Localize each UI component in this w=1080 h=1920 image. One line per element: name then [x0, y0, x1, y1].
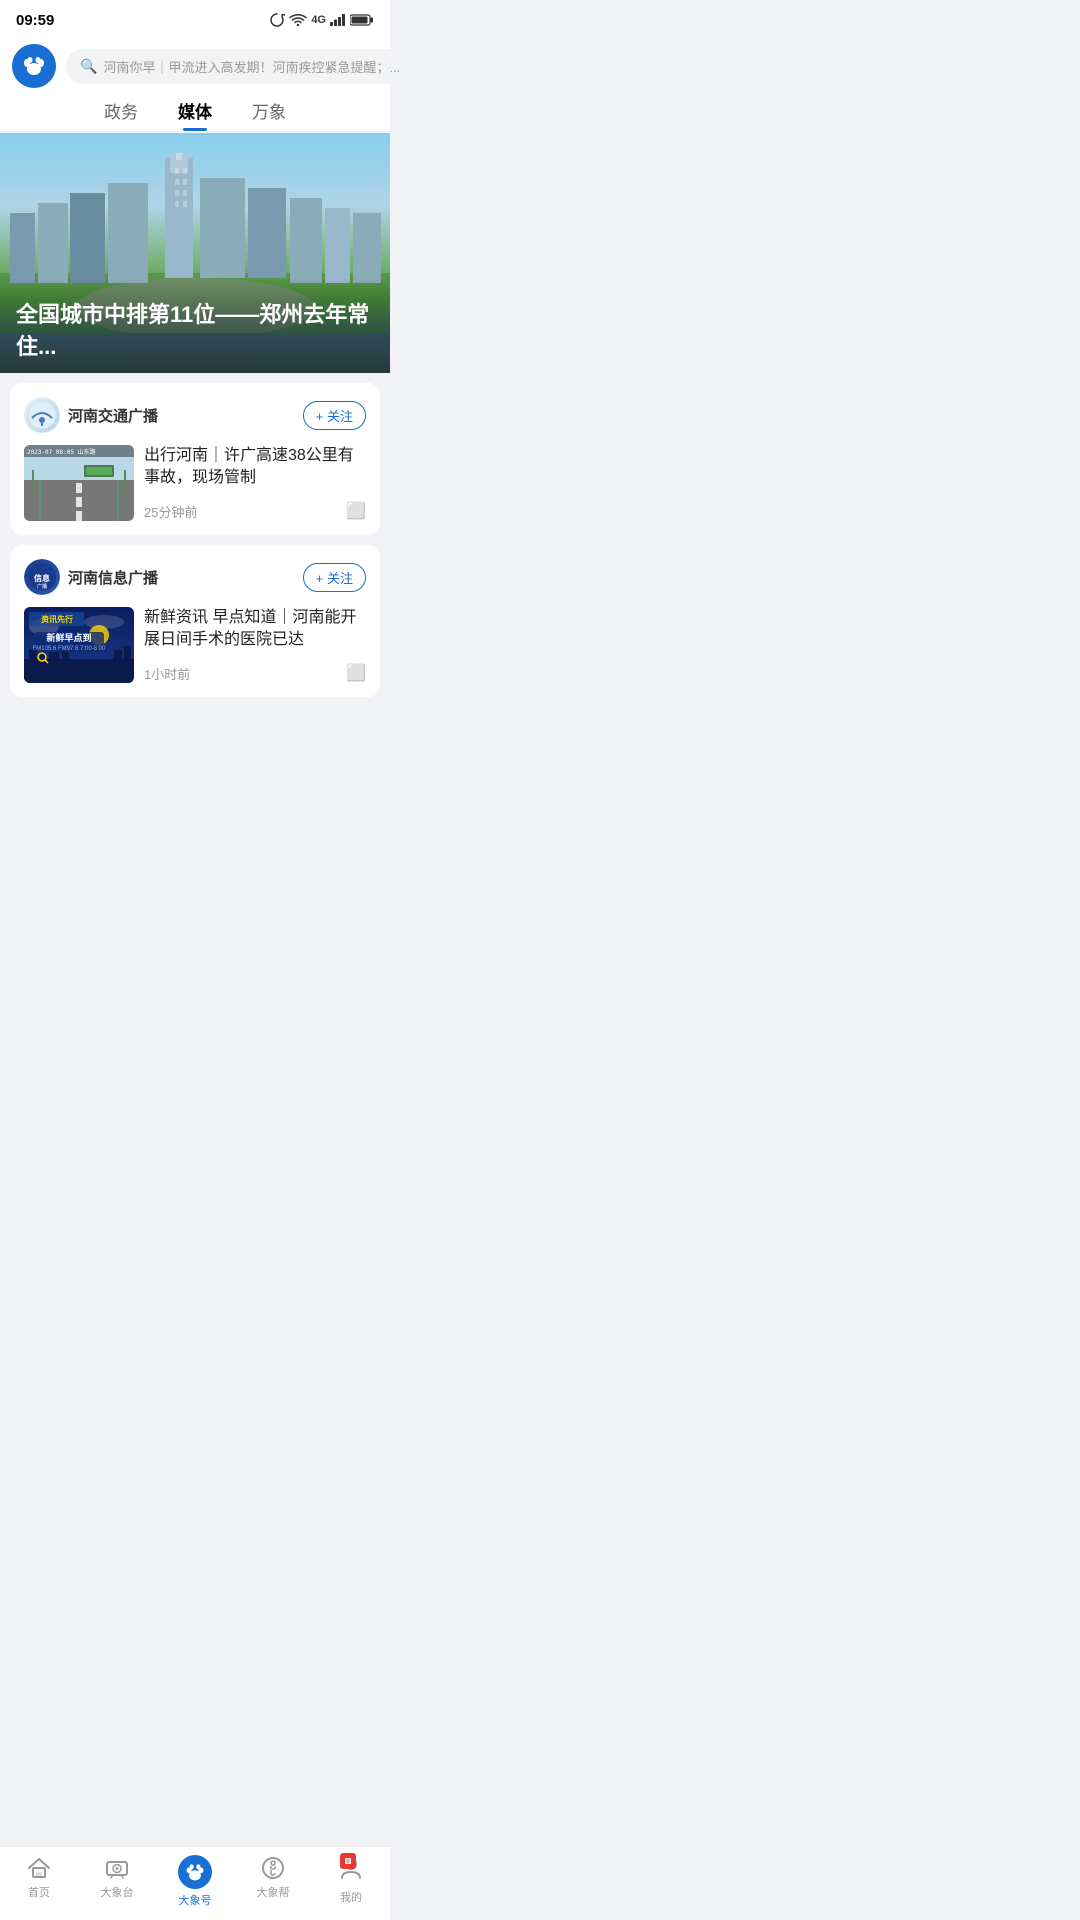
- channel-name-1: 河南交通广播: [68, 405, 158, 426]
- status-time: 09:59: [16, 12, 54, 29]
- content-area: 河南交通广播 + 关注: [0, 373, 390, 697]
- channel-header-2: 信息 广播 河南信息广播 + 关注: [24, 559, 366, 595]
- svg-text:广播: 广播: [37, 583, 48, 590]
- nav-home-label: 首页: [28, 1884, 50, 1900]
- tab-bar: 政务 媒体 万象: [0, 88, 390, 131]
- tab-wanxiang[interactable]: 万象: [252, 98, 286, 131]
- news-time-1: 25分钟前: [144, 502, 197, 521]
- battery-icon: [350, 14, 374, 26]
- news-image-morning: 资讯先行 新鲜早点到 FM105.6 FM97.8 7:00-8:00: [24, 607, 134, 683]
- help-icon: [260, 1855, 286, 1881]
- channel-card-info: 信息 广播 河南信息广播 + 关注: [10, 545, 380, 697]
- follow-button-2[interactable]: + 关注: [303, 563, 366, 592]
- news-content-2: 新鲜资讯 早点知道｜河南能开展日间手术的医院已达 1小时前 ⬜: [144, 607, 366, 683]
- info-radio-logo: 信息 广播: [27, 562, 57, 592]
- news-thumb-2: 资讯先行 新鲜早点到 FM105.6 FM97.8 7:00-8:00: [24, 607, 134, 683]
- svg-text:信息: 信息: [34, 573, 50, 583]
- channel-avatar-info: 信息 广播: [24, 559, 60, 595]
- channel-header-1: 河南交通广播 + 关注: [24, 397, 366, 433]
- news-title-2: 新鲜资讯 早点知道｜河南能开展日间手术的医院已达: [144, 607, 366, 652]
- news-content-1: 出行河南｜许广高速38公里有事故，现场管制 25分钟前 ⬜: [144, 445, 366, 521]
- nav-tv-label: 大象台: [101, 1884, 134, 1900]
- news-meta-1: 25分钟前 ⬜: [144, 501, 366, 521]
- paw-logo-icon: [21, 53, 47, 79]
- more-icon-1[interactable]: ⬜: [346, 501, 366, 521]
- notification-badge: [340, 1853, 356, 1869]
- svg-text:FM105.6 FM97.8 7:00-8:00: FM105.6 FM97.8 7:00-8:00: [33, 646, 106, 652]
- svg-text:新鲜早点到: 新鲜早点到: [46, 632, 91, 643]
- tab-meiti[interactable]: 媒体: [178, 98, 212, 131]
- channel-avatar-traffic: [24, 397, 60, 433]
- channel-name-2: 河南信息广播: [68, 567, 158, 588]
- news-title-1: 出行河南｜许广高速38公里有事故，现场管制: [144, 445, 366, 490]
- search-icon: 🔍: [80, 58, 97, 75]
- news-item-1[interactable]: 2023-07 08:05 山东路 出行河南｜许广高速38公里有事故，现场管制 …: [24, 445, 366, 521]
- hero-caption: 全国城市中排第11位——郑州去年常住...: [0, 277, 390, 373]
- status-bar: 09:59 4G: [0, 0, 390, 36]
- hero-banner[interactable]: 全国城市中排第11位——郑州去年常住...: [0, 133, 390, 373]
- tab-zhengwu[interactable]: 政务: [104, 98, 138, 131]
- nav-home[interactable]: 首页: [0, 1855, 78, 1908]
- nav-daxianghao-label: 大象号: [179, 1892, 212, 1908]
- channel-card-traffic: 河南交通广播 + 关注: [10, 383, 380, 535]
- more-icon-2[interactable]: ⬜: [346, 663, 366, 683]
- nav-paw-circle: [178, 1855, 212, 1889]
- channel-info-2: 信息 广播 河南信息广播: [24, 559, 158, 595]
- news-thumb-1: 2023-07 08:05 山东路: [24, 445, 134, 521]
- signal-icon: [330, 14, 346, 26]
- bottom-nav: 首页 大象台 大象号: [0, 1846, 390, 1920]
- nav-help-label: 大象帮: [257, 1884, 290, 1900]
- search-placeholder: 河南你早｜甲流进入高发期！河南疾控紧急提醒；...: [103, 57, 400, 76]
- svg-text:资讯先行: 资讯先行: [41, 614, 73, 624]
- tv-icon: [104, 1855, 130, 1881]
- home-icon: [26, 1855, 52, 1881]
- follow-button-1[interactable]: + 关注: [303, 401, 366, 430]
- svg-text:2023-07 08:05 山东路: 2023-07 08:05 山东路: [27, 448, 96, 456]
- status-icons: 4G: [269, 12, 374, 28]
- channel-info-1: 河南交通广播: [24, 397, 158, 433]
- nav-daxianghao[interactable]: 大象号: [156, 1855, 234, 1908]
- paw-nav-icon: [184, 1861, 206, 1883]
- traffic-radio-logo: [27, 400, 57, 430]
- news-time-2: 1小时前: [144, 664, 190, 683]
- network-label: 4G: [311, 14, 326, 26]
- news-meta-2: 1小时前 ⬜: [144, 663, 366, 683]
- app-logo[interactable]: [12, 44, 56, 88]
- nav-my[interactable]: 我的: [312, 1855, 390, 1908]
- news-item-2[interactable]: 资讯先行 新鲜早点到 FM105.6 FM97.8 7:00-8:00 新鲜资讯…: [24, 607, 366, 683]
- header: 🔍 河南你早｜甲流进入高发期！河南疾控紧急提醒；...: [0, 36, 390, 88]
- nav-my-label: 我的: [340, 1889, 362, 1905]
- search-bar[interactable]: 🔍 河南你早｜甲流进入高发期！河南疾控紧急提醒；...: [66, 49, 414, 84]
- wifi-icon: [289, 13, 307, 27]
- nav-tv[interactable]: 大象台: [78, 1855, 156, 1908]
- news-image-road: 2023-07 08:05 山东路: [24, 445, 134, 521]
- nav-help[interactable]: 大象帮: [234, 1855, 312, 1908]
- rotate-icon: [269, 12, 285, 28]
- badge-book-icon: [343, 1856, 353, 1866]
